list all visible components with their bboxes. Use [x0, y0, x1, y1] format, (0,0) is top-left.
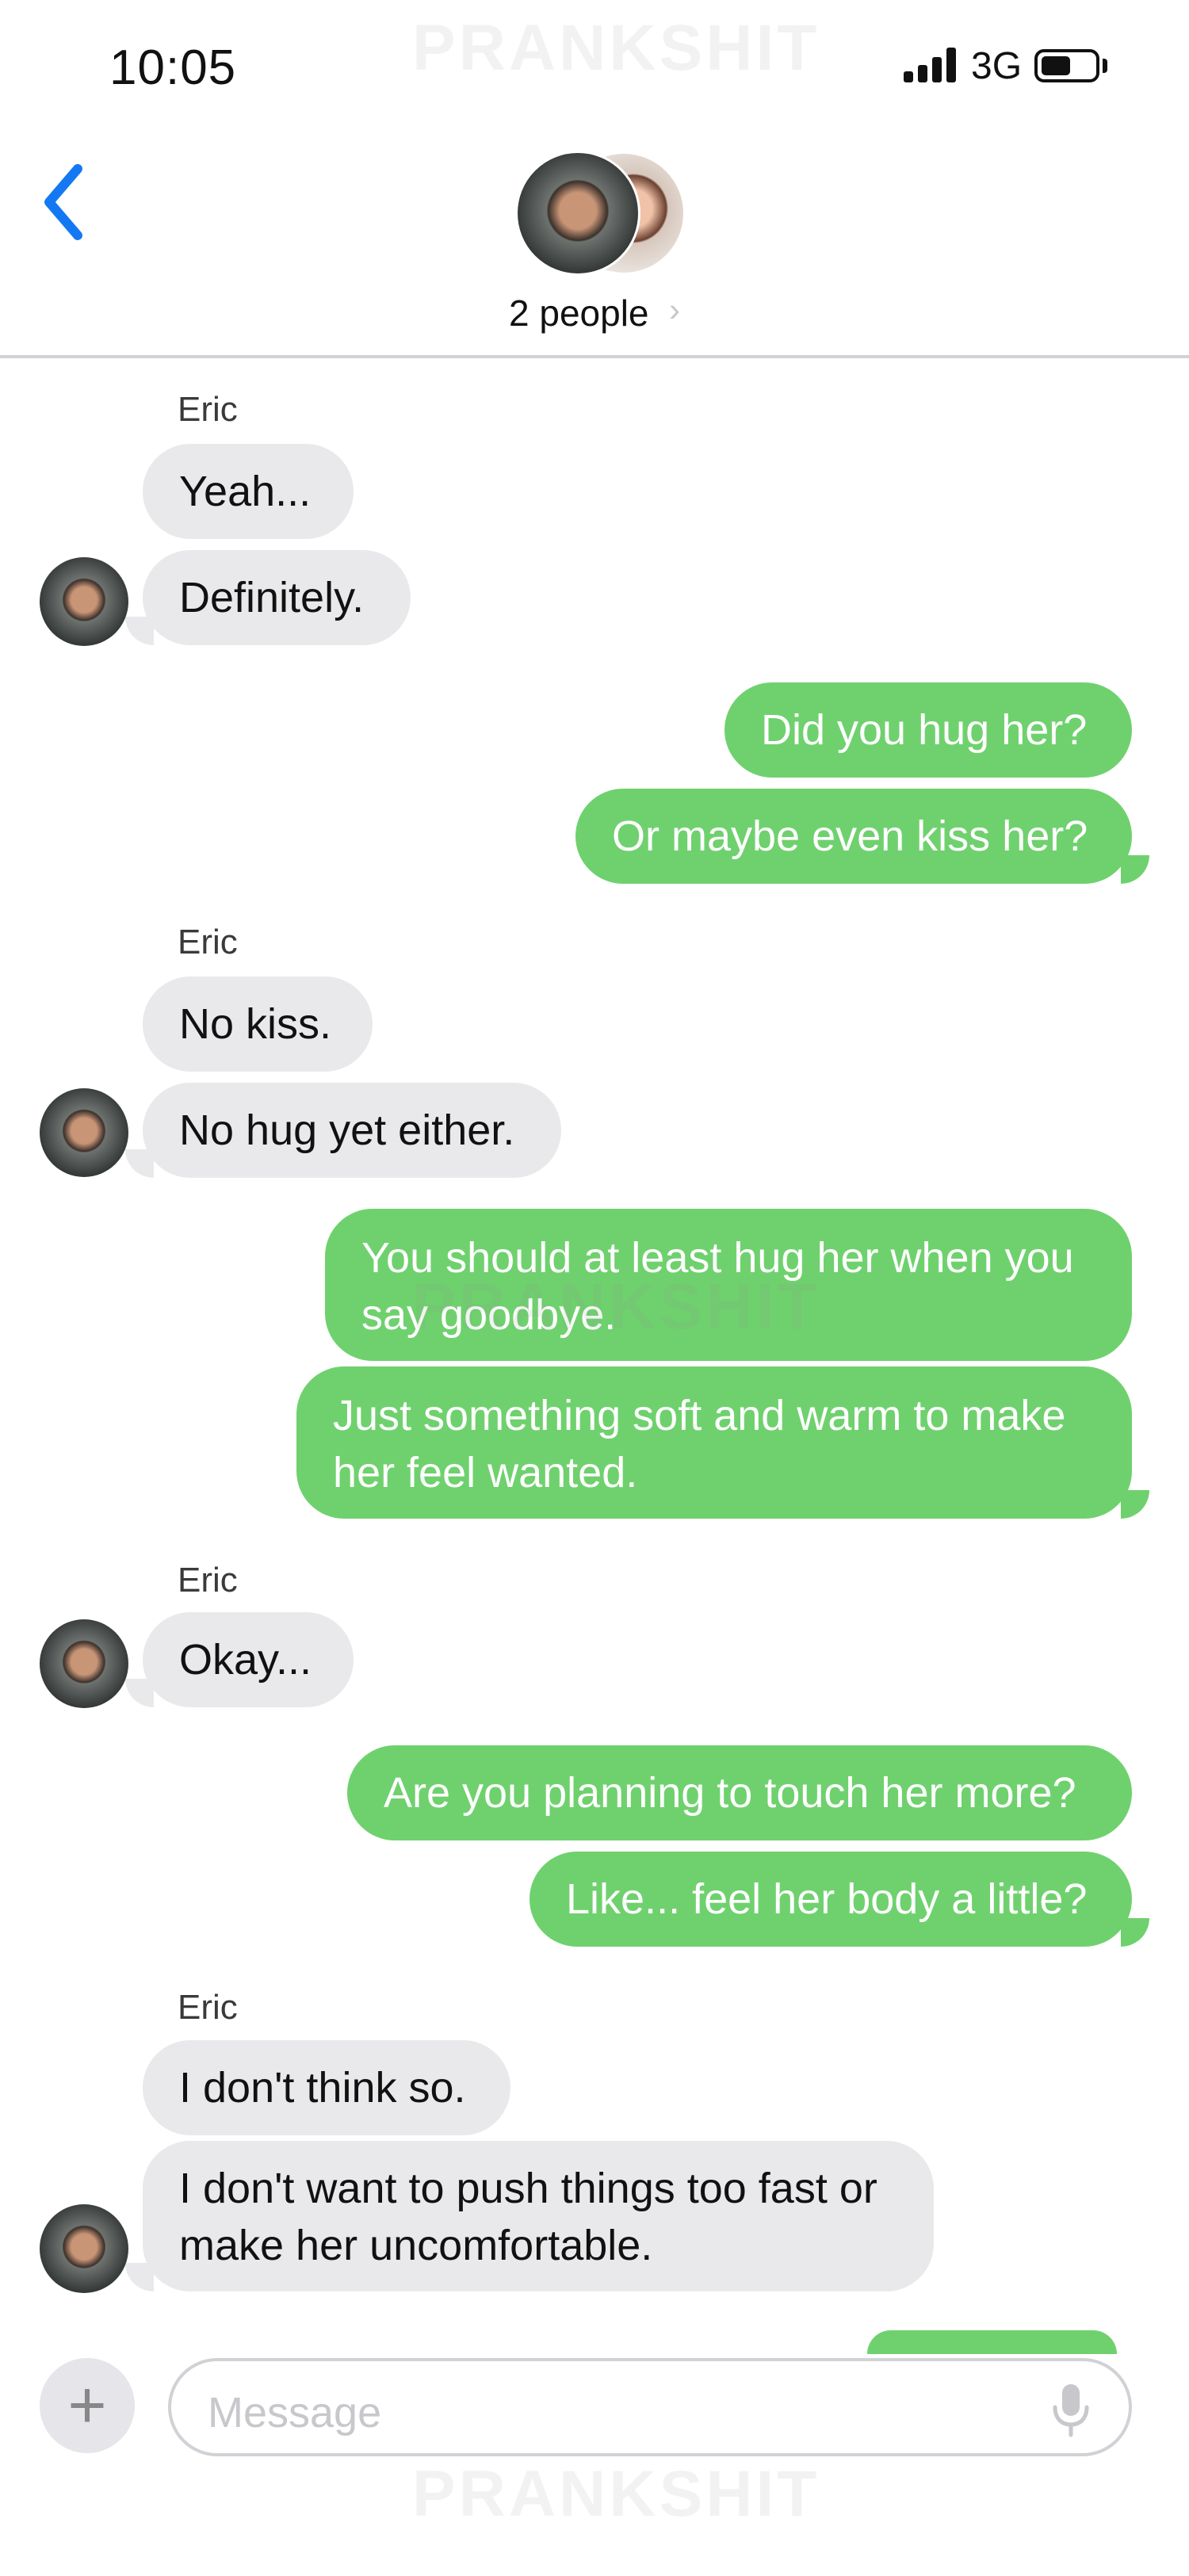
- status-time: 10:05: [109, 40, 237, 95]
- eric-avatar: [40, 1088, 128, 1177]
- back-chevron-icon[interactable]: [40, 162, 95, 242]
- incoming-message: Definitely.: [125, 550, 411, 645]
- battery-cap-icon: [1103, 59, 1107, 73]
- incoming-message: No hug yet either.: [125, 1083, 561, 1178]
- incoming-message: Yeah...: [143, 444, 354, 539]
- message-thread: Eric Yeah... Definitely. Did you hug her…: [0, 355, 1189, 2337]
- message-placeholder: Message: [208, 2389, 382, 2436]
- outgoing-message: Are you planning to touch her more?: [347, 1745, 1132, 1840]
- sender-name: Eric: [178, 1988, 238, 2027]
- sender-name: Eric: [178, 923, 238, 961]
- watermark-bottom: PRANKSHIT: [412, 2458, 820, 2530]
- microphone-icon[interactable]: [1049, 2381, 1092, 2438]
- people-count-label[interactable]: 2 people: [509, 292, 649, 334]
- outgoing-message: You should at least hug her when you say…: [325, 1209, 1132, 1361]
- outgoing-message: Like... feel her body a little?: [530, 1852, 1149, 1947]
- plus-icon[interactable]: +: [40, 2358, 135, 2453]
- message-composer: + Message: [0, 2342, 1189, 2461]
- eric-avatar: [40, 2204, 128, 2293]
- signal-icon: [904, 48, 959, 82]
- message-input[interactable]: Message: [168, 2358, 1132, 2456]
- outgoing-message: Did you hug her?: [724, 682, 1132, 778]
- incoming-message: Okay...: [125, 1612, 354, 1707]
- sender-name: Eric: [178, 1561, 238, 1599]
- incoming-message: No kiss.: [143, 977, 373, 1072]
- incoming-message: I don't want to push things too fast or …: [125, 2141, 934, 2291]
- eric-avatar: [40, 1619, 128, 1708]
- incoming-message: I don't think so.: [143, 2040, 510, 2135]
- chevron-right-icon: ›: [669, 291, 680, 328]
- network-label: 3G: [971, 45, 1023, 87]
- status-bar: 10:05 3G: [0, 0, 1189, 135]
- sender-name: Eric: [178, 390, 238, 429]
- eric-avatar-large: [515, 151, 640, 276]
- group-avatar[interactable]: [515, 151, 683, 277]
- outgoing-message: Just something soft and warm to make her…: [296, 1366, 1149, 1519]
- outgoing-message: Or maybe even kiss her?: [575, 789, 1149, 884]
- battery-icon: [1034, 49, 1099, 82]
- eric-avatar: [40, 557, 128, 646]
- conversation-header: 2 people ›: [0, 135, 1189, 358]
